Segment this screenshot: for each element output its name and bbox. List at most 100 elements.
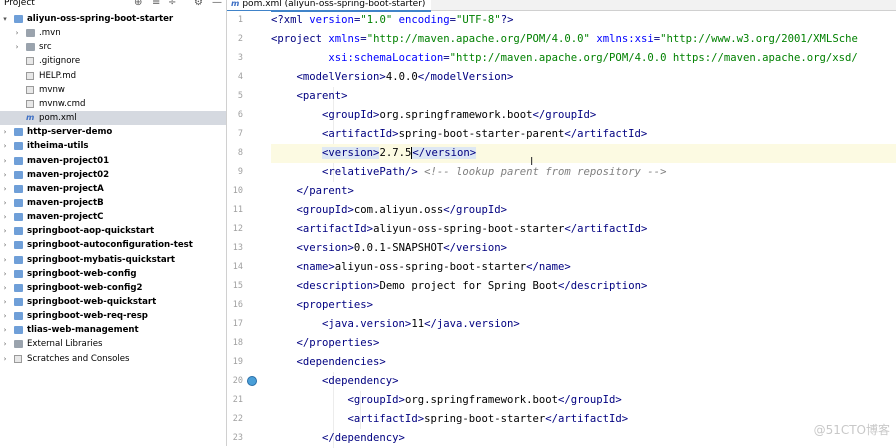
tree-item[interactable]: › springboot-web-config <box>0 267 226 281</box>
tree-item[interactable]: HELP.md <box>0 69 226 83</box>
chevron-right-icon[interactable]: › <box>1 309 9 323</box>
tree-item[interactable]: › maven-projectB <box>0 196 226 210</box>
code-line[interactable]: <java.version>11</java.version> <box>271 315 896 334</box>
tree-item[interactable]: › springboot-web-config2 <box>0 281 226 295</box>
code-token: </name> <box>526 261 571 273</box>
code-line[interactable]: <parent> <box>271 87 896 106</box>
code-line[interactable]: <project xmlns="http://maven.apache.org/… <box>271 30 896 49</box>
chevron-right-icon[interactable]: › <box>1 139 9 153</box>
tree-item[interactable]: › springboot-web-req-resp <box>0 309 226 323</box>
code-token: 2.7.5 <box>379 147 412 159</box>
code-line[interactable]: <dependency> <box>271 372 896 391</box>
tree-item[interactable]: ▾ aliyun-oss-spring-boot-starter <box>0 12 226 26</box>
line-number: 5 <box>237 91 243 101</box>
chevron-right-icon[interactable]: › <box>1 196 9 210</box>
code-token: <groupId> <box>271 394 405 406</box>
code-line[interactable]: </properties> <box>271 334 896 353</box>
code-token: spring-boot-starter <box>424 413 546 425</box>
code-line[interactable]: <artifactId>spring-boot-starter-parent</… <box>271 125 896 144</box>
chevron-right-icon[interactable]: › <box>1 210 9 224</box>
code-token: xmlns:xsi <box>596 33 654 45</box>
gear-icon[interactable]: ⚙ <box>194 0 203 8</box>
code-line[interactable]: <relativePath/> <!-- lookup parent from … <box>271 163 896 182</box>
collapse-all-icon[interactable]: ≡ <box>152 0 160 8</box>
tree-item[interactable]: › maven-project02 <box>0 168 226 182</box>
line-number: 6 <box>237 110 243 120</box>
code-line[interactable]: <dependencies> <box>271 353 896 372</box>
chevron-right-icon[interactable]: › <box>1 238 9 252</box>
code-line[interactable]: <groupId>org.springframework.boot</group… <box>271 106 896 125</box>
tree-item[interactable]: › External Libraries <box>0 337 226 351</box>
tree-item[interactable]: › maven-projectA <box>0 182 226 196</box>
tree-item[interactable]: › itheima-utils <box>0 139 226 153</box>
tree-item[interactable]: › src <box>0 40 226 54</box>
code-line[interactable]: <version>2.7.5</version> <box>271 144 896 163</box>
locate-icon[interactable]: ⊕ <box>134 0 142 8</box>
code-line[interactable]: </parent> <box>271 182 896 201</box>
code-line[interactable]: <artifactId>aliyun-oss-spring-boot-start… <box>271 220 896 239</box>
chevron-right-icon[interactable]: › <box>1 323 9 337</box>
tree-item[interactable]: › springboot-web-quickstart <box>0 295 226 309</box>
tree-item[interactable]: mvnw.cmd <box>0 97 226 111</box>
chevron-right-icon[interactable]: › <box>1 337 9 351</box>
code-line[interactable]: <artifactId>spring-boot-starter</artifac… <box>271 410 896 429</box>
chevron-right-icon[interactable]: › <box>1 352 9 366</box>
chevron-right-icon[interactable]: › <box>1 154 9 168</box>
hide-panel-icon[interactable]: — <box>212 0 222 8</box>
code-line[interactable]: <version>0.0.1-SNAPSHOT</version> <box>271 239 896 258</box>
code-line[interactable]: <name>aliyun-oss-spring-boot-starter</na… <box>271 258 896 277</box>
code-line[interactable]: <modelVersion>4.0.0</modelVersion> <box>271 68 896 87</box>
chevron-right-icon[interactable]: › <box>1 168 9 182</box>
tree-item[interactable]: › springboot-mybatis-quickstart <box>0 253 226 267</box>
library-icon <box>14 340 23 349</box>
code-line[interactable]: xsi:schemaLocation="http://maven.apache.… <box>271 49 896 68</box>
expand-all-icon[interactable]: ÷ <box>168 0 176 8</box>
code-line[interactable]: </dependency> <box>271 429 896 448</box>
tree-item[interactable]: › springboot-aop-quickstart <box>0 224 226 238</box>
code-token: <groupId> <box>271 204 354 216</box>
code-token: com.aliyun.oss <box>353 204 444 216</box>
chevron-down-icon[interactable]: ▾ <box>1 12 9 26</box>
code-line[interactable]: <?xml version="1.0" encoding="UTF-8"?> <box>271 11 896 30</box>
chevron-right-icon[interactable]: › <box>1 295 9 309</box>
tree-item-label: HELP.md <box>39 70 77 81</box>
chevron-right-icon[interactable]: › <box>1 281 9 295</box>
chevron-right-icon[interactable]: › <box>1 253 9 267</box>
tree-item[interactable]: › http-server-demo <box>0 125 226 139</box>
code-token: aliyun-oss-spring-boot-starter <box>373 223 565 235</box>
module-folder-icon <box>14 170 23 179</box>
tree-item[interactable]: .gitignore <box>0 54 226 68</box>
tree-item[interactable]: › springboot-autoconfiguration-test <box>0 238 226 252</box>
code-line[interactable]: <groupId>org.springframework.boot</group… <box>271 391 896 410</box>
chevron-right-icon[interactable]: › <box>1 267 9 281</box>
chevron-right-icon[interactable]: › <box>1 182 9 196</box>
tree-item-label: src <box>39 42 52 53</box>
tree-item[interactable]: m pom.xml <box>0 111 226 126</box>
tree-item[interactable]: › tlias-web-management <box>0 323 226 337</box>
line-number: 12 <box>232 224 243 234</box>
run-gutter-icon[interactable] <box>247 376 257 386</box>
tree-item-label: springboot-aop-quickstart <box>27 226 155 237</box>
tree-item-label: tlias-web-management <box>27 325 139 336</box>
tree-item-label: springboot-web-req-resp <box>27 311 148 322</box>
chevron-right-icon[interactable]: › <box>1 125 9 139</box>
code-token: </artifactId> <box>564 223 648 235</box>
tree-item[interactable]: › .mvn <box>0 26 226 40</box>
code-area[interactable]: <?xml version="1.0" encoding="UTF-8"?> <p… <box>271 11 896 448</box>
code-line[interactable]: <description>Demo project for Spring Boo… <box>271 277 896 296</box>
tree-item[interactable]: › Scratches and Consoles <box>0 352 226 366</box>
code-line[interactable]: <groupId>com.aliyun.oss</groupId> <box>271 201 896 220</box>
project-panel-title[interactable]: Project <box>4 0 35 8</box>
chevron-right-icon[interactable]: › <box>13 26 21 40</box>
chevron-right-icon[interactable]: › <box>1 224 9 238</box>
file-icon <box>26 57 34 66</box>
chevron-right-icon[interactable]: › <box>13 40 21 54</box>
module-folder-icon <box>14 213 23 222</box>
tree-item[interactable]: › maven-projectC <box>0 210 226 224</box>
folder-icon <box>26 29 35 38</box>
code-line[interactable]: <properties> <box>271 296 896 315</box>
tree-item[interactable]: mvnw <box>0 83 226 97</box>
code-token: <dependency> <box>271 375 399 387</box>
line-number: 8 <box>237 148 243 158</box>
tree-item[interactable]: › maven-project01 <box>0 154 226 168</box>
